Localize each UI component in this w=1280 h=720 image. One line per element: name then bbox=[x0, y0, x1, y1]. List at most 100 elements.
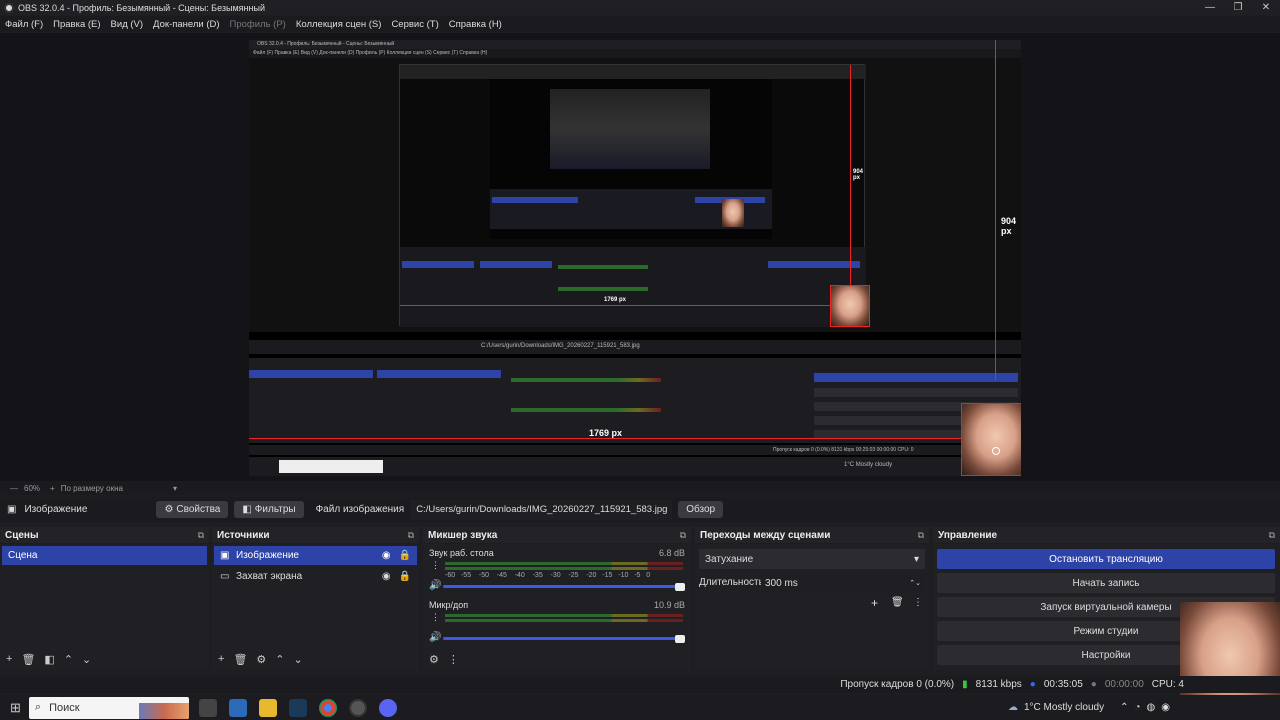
volume-slider[interactable] bbox=[443, 637, 683, 640]
zoom-plus-icon[interactable]: + bbox=[50, 484, 55, 493]
duration-spinbox[interactable]: 300 ms ⌃⌄ bbox=[761, 573, 925, 593]
source-item-screen[interactable]: ▭ Захват экрана ◉ 🔒 bbox=[214, 567, 417, 586]
task-view-icon[interactable] bbox=[198, 698, 217, 717]
duration-value: 300 ms bbox=[765, 577, 798, 589]
preview-canvas[interactable]: OBS 32.0.4 - Профиль: Безымянный - Сцены… bbox=[249, 40, 1021, 476]
weather-text[interactable]: 1°C Mostly cloudy bbox=[1024, 702, 1104, 713]
audio-meter bbox=[445, 567, 683, 570]
height-label: 904 px bbox=[1001, 216, 1017, 236]
channel-name: Микр/доп bbox=[429, 600, 469, 610]
channel-db: 6.8 dB bbox=[658, 548, 685, 558]
maximize-button[interactable]: ❐ bbox=[1224, 2, 1252, 13]
menu-view[interactable]: Вид (V) bbox=[111, 19, 144, 30]
eye-icon[interactable]: ◉ bbox=[382, 571, 391, 582]
app-icon[interactable] bbox=[228, 698, 247, 717]
lock-icon[interactable]: 🔒 bbox=[399, 550, 411, 561]
captured-weather: 1°C Mostly cloudy bbox=[844, 462, 893, 468]
menu-docks[interactable]: Док-панели (D) bbox=[153, 19, 219, 30]
transitions-dock: Переходы между сценами ⧉ Затухание ▾ Длит… bbox=[695, 527, 929, 670]
move-down-icon[interactable]: ⌄ bbox=[294, 653, 303, 666]
dock-menu-icon[interactable]: ⧉ bbox=[680, 530, 686, 541]
browse-button[interactable]: Обзор bbox=[678, 501, 724, 518]
discord-icon[interactable] bbox=[378, 698, 397, 717]
stream-icon: ● bbox=[1029, 679, 1036, 690]
kebab-icon[interactable]: ⋮ bbox=[913, 597, 923, 608]
tray-chevron-up-icon[interactable]: ⌃ bbox=[1120, 702, 1128, 713]
close-button[interactable]: ✕ bbox=[1252, 2, 1280, 13]
recursive-preview-3 bbox=[550, 89, 710, 169]
properties-button[interactable]: ⚙ Свойства bbox=[156, 501, 229, 518]
trash-icon[interactable]: 🗑 bbox=[21, 653, 35, 666]
tray-app-icon[interactable]: ◍ bbox=[1147, 702, 1156, 713]
menu-help[interactable]: Справка (H) bbox=[449, 19, 502, 30]
start-recording-button[interactable]: Начать запись bbox=[937, 573, 1275, 593]
search-placeholder: Поиск bbox=[49, 701, 80, 714]
selected-image-source[interactable] bbox=[961, 403, 1021, 476]
kebab-icon[interactable]: ⋮ bbox=[431, 560, 440, 571]
gear-icon[interactable]: ⚙ bbox=[256, 653, 266, 666]
captured-preview: 904 px 1769 px bbox=[249, 58, 1021, 332]
file-path-field[interactable]: C:/Users/gurin/Downloads/IMG_20260227_11… bbox=[410, 499, 673, 520]
width-label: 1769 px bbox=[589, 428, 623, 438]
menu-edit[interactable]: Правка (E) bbox=[53, 19, 100, 30]
stop-streaming-button[interactable]: Остановить трансляцию bbox=[937, 549, 1275, 569]
lock-icon[interactable]: 🔒 bbox=[399, 571, 411, 582]
spin-arrows-icon[interactable]: ⌃⌄ bbox=[909, 579, 921, 587]
trash-icon[interactable]: 🗑 bbox=[891, 597, 904, 608]
dock-menu-icon[interactable]: ⧉ bbox=[918, 530, 924, 541]
zoom-bar: — 60% + По размеру окна ▾ bbox=[0, 481, 1280, 495]
dock-menu-icon[interactable]: ⧉ bbox=[1269, 530, 1275, 541]
source-image-icon: ▣ bbox=[7, 504, 17, 515]
mixer-settings-icon[interactable]: ⚙ bbox=[429, 653, 439, 666]
kebab-icon[interactable]: ⋮ bbox=[431, 612, 440, 623]
stream-time: 00:35:05 bbox=[1043, 679, 1083, 690]
speaker-icon[interactable]: 🔊 bbox=[429, 580, 441, 591]
speaker-icon[interactable]: 🔊 bbox=[429, 632, 441, 643]
recursive-height-guide bbox=[850, 65, 851, 285]
trash-icon[interactable]: 🗑 bbox=[233, 653, 247, 666]
zoom-minus-icon[interactable]: — bbox=[10, 484, 18, 493]
add-icon[interactable]: + bbox=[871, 596, 878, 610]
chrome-icon[interactable] bbox=[318, 698, 337, 717]
scene-item[interactable]: Сцена bbox=[2, 546, 207, 565]
file-explorer-icon[interactable] bbox=[258, 698, 277, 717]
filter-icon[interactable]: ◧ bbox=[44, 653, 54, 666]
volume-slider-handle[interactable] bbox=[675, 635, 685, 643]
sources-title: Источники bbox=[217, 529, 270, 541]
tray-app-icon[interactable]: ◔ bbox=[1134, 702, 1140, 713]
height-guide-line bbox=[995, 40, 996, 380]
eye-icon[interactable]: ◉ bbox=[382, 550, 391, 561]
move-up-icon[interactable]: ⌃ bbox=[275, 653, 284, 666]
menu-file[interactable]: Файл (F) bbox=[5, 19, 43, 30]
add-icon[interactable]: + bbox=[218, 653, 224, 666]
zoom-mode[interactable]: По размеру окна bbox=[61, 484, 123, 493]
steam-icon[interactable] bbox=[288, 698, 307, 717]
audio-mixer-dock: Микшер звука ⧉ Звук раб. стола 6.8 dB ⋮ -… bbox=[423, 527, 691, 670]
volume-slider[interactable] bbox=[443, 585, 683, 588]
recursive-webcam-image bbox=[722, 199, 744, 227]
search-highlight-image bbox=[138, 702, 189, 719]
kebab-icon[interactable]: ⋮ bbox=[448, 653, 459, 666]
filter-icon: ◧ bbox=[242, 504, 252, 515]
move-up-icon[interactable]: ⌃ bbox=[64, 653, 73, 666]
add-icon[interactable]: + bbox=[6, 653, 12, 666]
minimize-button[interactable]: — bbox=[1196, 2, 1224, 13]
taskbar-search[interactable]: ⌕ Поиск bbox=[28, 696, 189, 719]
zoom-percent[interactable]: 60% bbox=[24, 484, 40, 493]
volume-slider-handle[interactable] bbox=[675, 583, 685, 591]
dock-menu-icon[interactable]: ⧉ bbox=[198, 530, 204, 541]
source-item-image[interactable]: ▣ Изображение ◉ 🔒 bbox=[214, 546, 417, 565]
transition-select[interactable]: Затухание ▾ bbox=[699, 549, 925, 569]
dock-menu-icon[interactable]: ⧉ bbox=[408, 530, 414, 541]
audio-meter bbox=[445, 619, 683, 622]
move-down-icon[interactable]: ⌄ bbox=[82, 653, 91, 666]
filters-button[interactable]: ◧ Фильтры bbox=[234, 501, 304, 518]
windows-start-icon[interactable]: ⊞ bbox=[10, 700, 21, 716]
zoom-chevron-down-icon[interactable]: ▾ bbox=[173, 484, 177, 493]
menu-bar: Файл (F) Правка (E) Вид (V) Док-панели (… bbox=[0, 16, 1280, 32]
width-guide-line bbox=[249, 438, 961, 439]
tray-app-icon[interactable]: ◉ bbox=[1161, 702, 1170, 713]
menu-tools[interactable]: Сервис (T) bbox=[391, 19, 438, 30]
menu-scene-collection[interactable]: Коллекция сцен (S) bbox=[296, 19, 382, 30]
obs-icon[interactable] bbox=[348, 698, 367, 717]
